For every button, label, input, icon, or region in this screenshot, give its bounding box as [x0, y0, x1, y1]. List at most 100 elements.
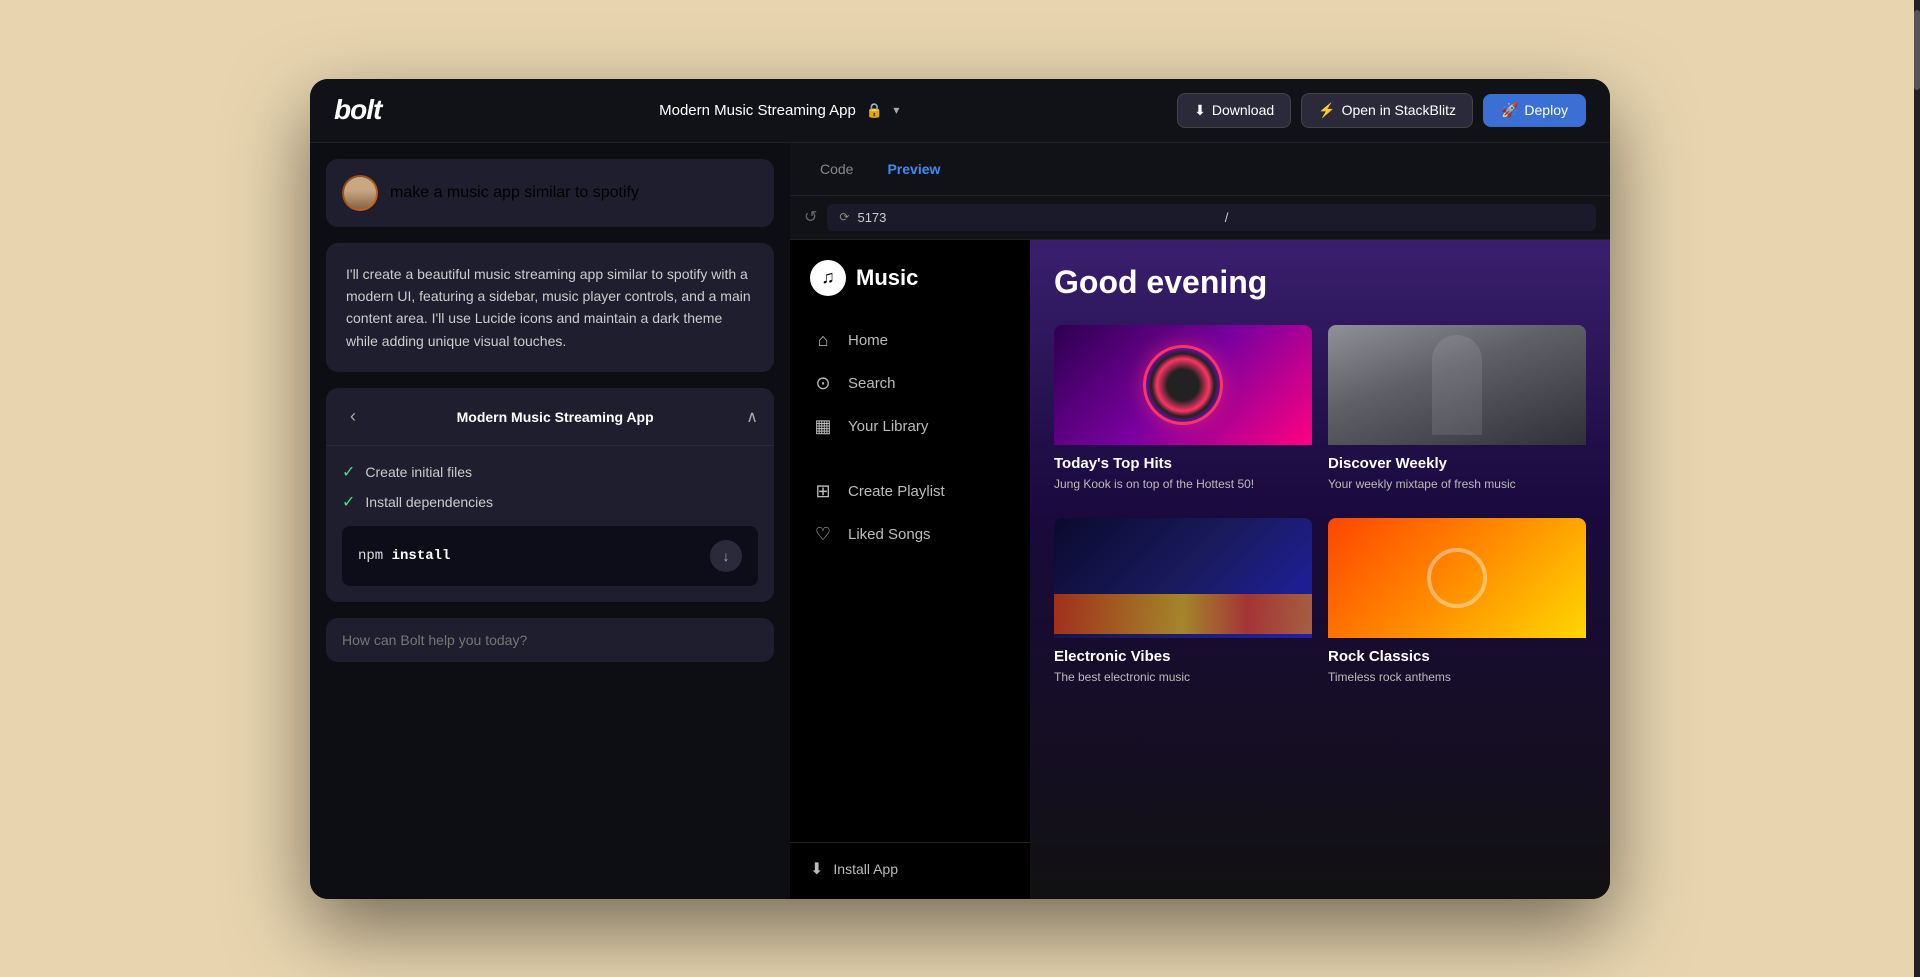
share-icon: ⟳ [839, 210, 849, 224]
card-image-electronic [1054, 518, 1312, 638]
card-title-electronic: Electronic Vibes [1054, 648, 1312, 665]
task-step-2: ✓ Install dependencies [342, 492, 758, 512]
chat-input[interactable] [342, 632, 758, 648]
stackblitz-label: Open in StackBlitz [1342, 102, 1456, 118]
rocket-icon: 🚀 [1501, 102, 1518, 119]
preview-url-slash: / [1225, 210, 1584, 225]
chat-input-area[interactable] [326, 618, 774, 662]
lightning-icon: ⚡ [1318, 102, 1335, 119]
sidebar-item-create-playlist[interactable]: ⊞ Create Playlist [798, 471, 1022, 512]
card-title-discover: Discover Weekly [1328, 455, 1586, 472]
install-app-item[interactable]: ⬇ Install App [790, 842, 1030, 879]
step-label-2: Install dependencies [365, 494, 493, 510]
left-panel: make a music app similar to spotify I'll… [310, 143, 790, 899]
card-title-top-hits: Today's Top Hits [1054, 455, 1312, 472]
download-label: Download [1212, 102, 1274, 118]
task-header[interactable]: ‹ Modern Music Streaming App ∧ [326, 388, 774, 446]
deploy-button[interactable]: 🚀 Deploy [1483, 94, 1586, 127]
preview-tabs: Code Preview [790, 143, 1610, 196]
deploy-label: Deploy [1524, 102, 1568, 118]
sidebar-library-label: Your Library [848, 418, 928, 435]
sidebar-item-library[interactable]: ▦ Your Library [798, 406, 1022, 447]
sidebar-item-search[interactable]: ⊙ Search [798, 363, 1022, 404]
card-electronic[interactable]: Electronic Vibes The best electronic mus… [1054, 518, 1312, 696]
search-icon: ⊙ [812, 373, 834, 394]
nav-divider [798, 449, 1022, 469]
sidebar-liked-songs-label: Liked Songs [848, 526, 931, 543]
install-icon: ⬇ [810, 859, 823, 879]
task-section: ‹ Modern Music Streaming App ∧ ✓ Create … [326, 388, 774, 602]
music-logo-text: Music [856, 265, 918, 291]
card-subtitle-electronic: The best electronic music [1054, 669, 1312, 686]
install-label: Install App [833, 861, 898, 877]
npm-command-block: npm install ↓ [342, 526, 758, 586]
card-subtitle-rock: Timeless rock anthems [1328, 669, 1586, 686]
project-title-area: Modern Music Streaming App 🔒 ▾ [659, 102, 899, 119]
topbar-actions: ⬇ Download ⚡ Open in StackBlitz 🚀 Deploy [1177, 93, 1586, 128]
preview-url-count: 5173 [857, 210, 1216, 225]
music-logo: ♫ Music [790, 260, 1030, 320]
card-title-rock: Rock Classics [1328, 648, 1586, 665]
back-button[interactable]: ‹ [342, 402, 364, 431]
npm-command-text: npm install [358, 548, 450, 564]
sidebar-item-home[interactable]: ⌂ Home [798, 320, 1022, 361]
music-logo-icon: ♫ [810, 260, 846, 296]
task-steps: ✓ Create initial files ✓ Install depende… [326, 446, 774, 602]
cards-grid: Today's Top Hits Jung Kook is on top of … [1054, 325, 1586, 697]
sidebar-home-label: Home [848, 332, 888, 349]
check-icon-2: ✓ [342, 492, 355, 512]
bolt-logo: bolt [334, 94, 381, 126]
card-rock[interactable]: Rock Classics Timeless rock anthems [1328, 518, 1586, 696]
preview-url-area: ⟳ 5173 / [827, 204, 1596, 231]
stackblitz-button[interactable]: ⚡ Open in StackBlitz [1301, 93, 1473, 128]
app-preview: ♫ Music ⌂ Home ⊙ Search [790, 240, 1610, 899]
avatar-face [344, 177, 376, 209]
card-discover-weekly[interactable]: Discover Weekly Your weekly mixtape of f… [1328, 325, 1586, 503]
card-subtitle-top-hits: Jung Kook is on top of the Hottest 50! [1054, 476, 1312, 493]
step-label-1: Create initial files [365, 464, 472, 480]
collapse-icon: ∧ [746, 407, 758, 427]
user-message-text: make a music app similar to spotify [390, 184, 639, 202]
topbar: bolt Modern Music Streaming App 🔒 ▾ ⬇ Do… [310, 79, 1610, 143]
card-subtitle-discover: Your weekly mixtape of fresh music [1328, 476, 1586, 493]
check-icon-1: ✓ [342, 462, 355, 482]
main-content: make a music app similar to spotify I'll… [310, 143, 1610, 899]
home-icon: ⌂ [812, 330, 834, 351]
music-main-content: Good evening Today's Top Hits J [1030, 240, 1610, 899]
download-button[interactable]: ⬇ Download [1177, 93, 1291, 128]
card-image-rock [1328, 518, 1586, 638]
ai-response-bubble: I'll create a beautiful music streaming … [326, 243, 774, 373]
chevron-down-icon: ▾ [893, 103, 899, 117]
card-content-discover: Discover Weekly Your weekly mixtape of f… [1328, 445, 1586, 503]
tab-code[interactable]: Code [806, 155, 867, 183]
card-image-discover [1328, 325, 1586, 445]
refresh-icon[interactable]: ↺ [804, 207, 817, 227]
tab-preview[interactable]: Preview [873, 155, 954, 183]
right-panel: Code Preview ↺ ⟳ 5173 / ♫ [790, 143, 1610, 899]
sidebar-item-liked-songs[interactable]: ♡ Liked Songs [798, 514, 1022, 555]
screen-wrapper: bolt Modern Music Streaming App 🔒 ▾ ⬇ Do… [310, 79, 1610, 899]
preview-bar: ↺ ⟳ 5173 / [790, 196, 1610, 240]
singer-visual [1328, 325, 1586, 445]
plus-icon: ⊞ [812, 481, 834, 502]
music-note-icon: ♫ [821, 267, 835, 288]
sidebar-search-label: Search [848, 375, 896, 392]
download-icon: ⬇ [1194, 102, 1206, 119]
library-icon: ▦ [812, 416, 834, 437]
npm-run-button[interactable]: ↓ [710, 540, 742, 572]
sidebar-create-playlist-label: Create Playlist [848, 483, 945, 500]
music-nav: ⌂ Home ⊙ Search ▦ Your Library [790, 320, 1030, 555]
heart-icon: ♡ [812, 524, 834, 545]
task-title: Modern Music Streaming App [457, 409, 654, 425]
greeting-heading: Good evening [1054, 264, 1586, 301]
card-content-top-hits: Today's Top Hits Jung Kook is on top of … [1054, 445, 1312, 503]
music-sidebar: ♫ Music ⌂ Home ⊙ Search [790, 240, 1030, 899]
card-content-electronic: Electronic Vibes The best electronic mus… [1054, 638, 1312, 696]
dj-visual [1054, 325, 1312, 445]
card-content-rock: Rock Classics Timeless rock anthems [1328, 638, 1586, 696]
ai-response-text: I'll create a beautiful music streaming … [346, 263, 754, 353]
card-top-hits[interactable]: Today's Top Hits Jung Kook is on top of … [1054, 325, 1312, 503]
card-image-top-hits [1054, 325, 1312, 445]
user-message-bubble: make a music app similar to spotify [326, 159, 774, 227]
task-step-1: ✓ Create initial files [342, 462, 758, 482]
